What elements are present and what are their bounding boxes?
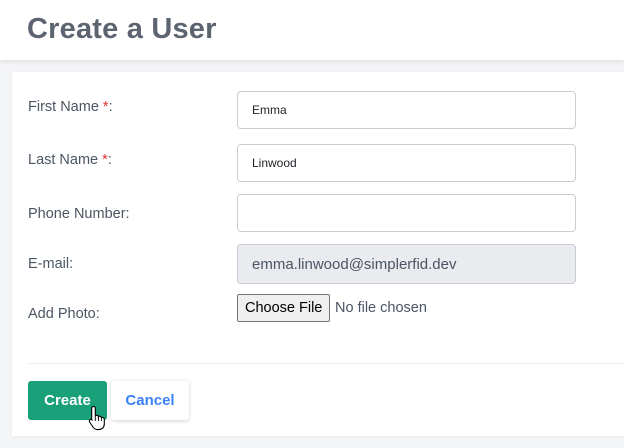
page-header: Create a User (0, 0, 624, 60)
email-input (237, 244, 576, 284)
phone-number-input[interactable] (237, 194, 576, 232)
page-title: Create a User (27, 13, 217, 45)
label-suffix: : (107, 152, 112, 168)
email-label: E-mail: (28, 256, 74, 272)
hand-pointer-icon (88, 405, 105, 431)
first-name-label-text: First Name (28, 99, 103, 115)
last-name-input[interactable] (237, 144, 576, 182)
cancel-button[interactable]: Cancel (111, 381, 189, 420)
label-suffix: : (108, 99, 113, 115)
first-name-label: First Name *: (28, 97, 113, 117)
choose-file-button[interactable]: Choose File (237, 294, 331, 322)
file-status-text: No file chosen (335, 300, 427, 316)
form-divider (28, 363, 624, 364)
phone-number-label: Phone Number: (28, 206, 130, 222)
first-name-input[interactable] (237, 91, 576, 129)
add-photo-label: Add Photo: (28, 306, 100, 322)
last-name-label-text: Last Name (28, 152, 103, 168)
last-name-label: Last Name *: (28, 150, 112, 170)
